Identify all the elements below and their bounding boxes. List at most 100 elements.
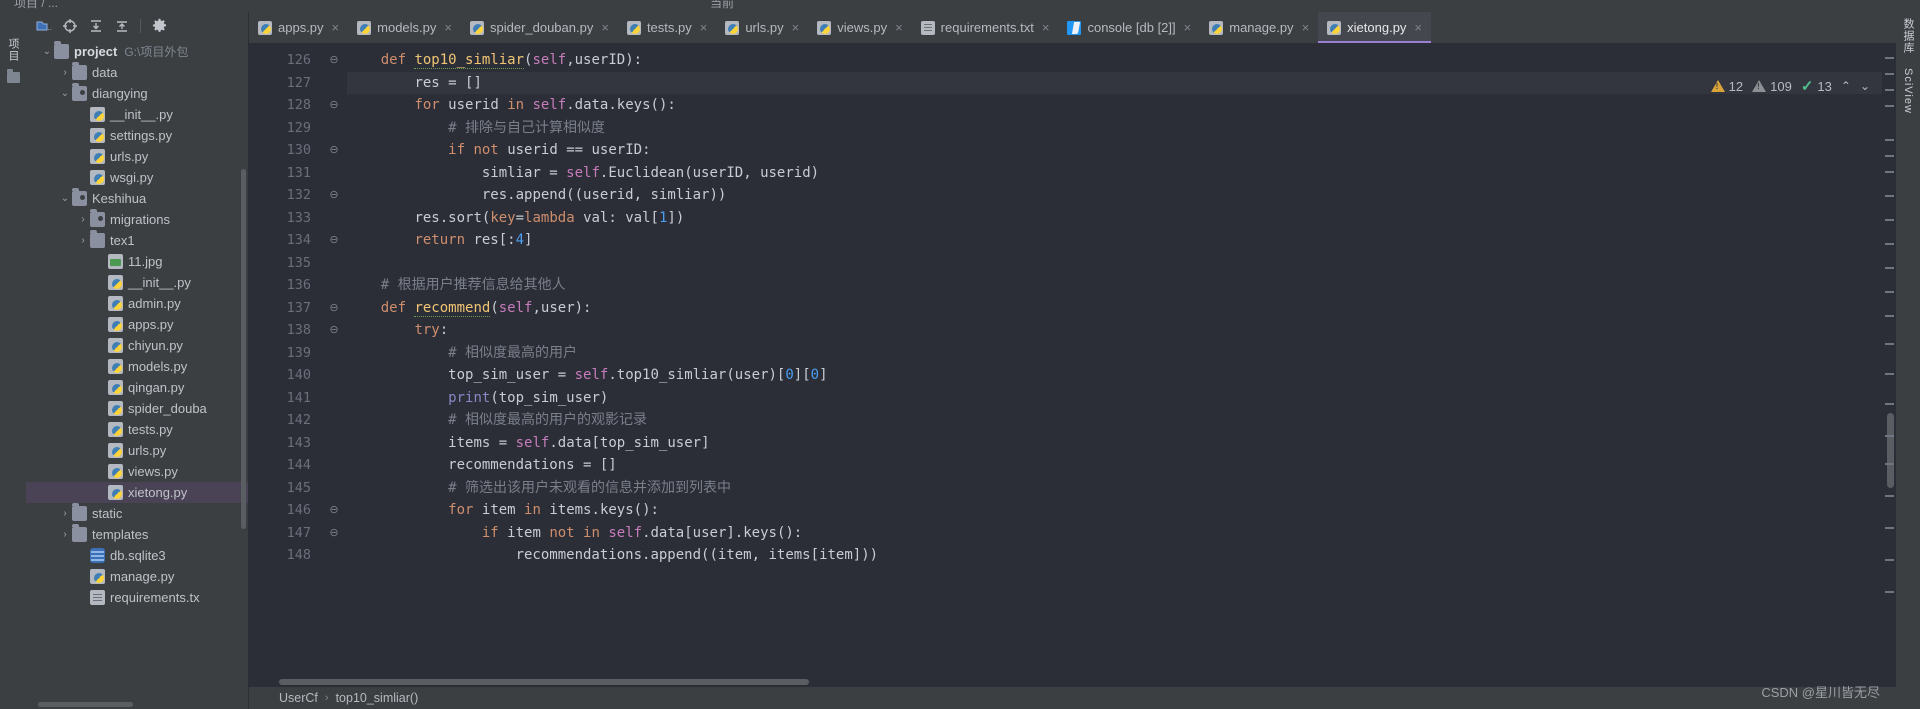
code-line[interactable]: # 排除与自己计算相似度 [347,117,1882,140]
project-vertical-scrollbar[interactable] [241,169,246,529]
line-number[interactable]: 143 [249,432,321,455]
editor-tab-bar[interactable]: apps.py×models.py×spider_douban.py×tests… [249,12,1896,43]
line-number[interactable]: 127 [249,72,321,95]
code-line[interactable]: # 相似度最高的用户的观影记录 [347,409,1882,432]
line-number[interactable]: 139 [249,342,321,365]
code-line[interactable]: top_sim_user = self.top10_simliar(user)[… [347,364,1882,387]
line-number[interactable]: 135 [249,252,321,275]
problem-marker[interactable] [1885,243,1894,245]
line-number[interactable]: 148 [249,544,321,567]
line-number[interactable]: 129 [249,117,321,140]
warnings-indicator[interactable]: 12 [1711,79,1743,94]
code-line[interactable]: res.append((userid, simliar)) [347,184,1882,207]
chevron-right-icon[interactable]: › [76,235,90,246]
tree-node-tests-py[interactable]: tests.py [26,419,248,440]
close-icon[interactable]: × [792,20,800,35]
tree-node-models-py[interactable]: models.py [26,356,248,377]
fold-marker-icon[interactable]: ⊖ [321,499,347,522]
code-line[interactable]: recommendations = [] [347,454,1882,477]
tree-node-urls-py[interactable]: urls.py [26,146,248,167]
tree-node-requirements-tx[interactable]: requirements.tx [26,587,248,608]
tree-node-xietong-py[interactable]: xietong.py [26,482,248,503]
code-line[interactable]: # 相似度最高的用户 [347,342,1882,365]
line-number[interactable]: 136 [249,274,321,297]
tool-window-database-label[interactable]: 数据库 [1900,18,1916,54]
line-number[interactable]: 145 [249,477,321,500]
close-icon[interactable]: × [332,20,340,35]
problem-marker[interactable] [1885,139,1894,141]
problem-marker[interactable] [1885,171,1894,173]
editor-marker-bar[interactable] [1882,43,1896,677]
fold-marker-icon[interactable]: ⊖ [321,139,347,162]
line-number[interactable]: 140 [249,364,321,387]
problem-marker[interactable] [1885,403,1894,405]
tree-node-keshihua[interactable]: ⌄Keshihua [26,188,248,209]
previous-problem-icon[interactable]: ⌃ [1841,79,1851,93]
fold-marker-icon[interactable]: ⊖ [321,94,347,117]
problem-marker[interactable] [1885,435,1894,437]
code-line[interactable]: print(top_sim_user) [347,387,1882,410]
chevron-right-icon[interactable]: › [58,508,72,519]
next-problem-icon[interactable]: ⌄ [1860,79,1870,93]
problem-marker[interactable] [1885,315,1894,317]
tree-node-views-py[interactable]: views.py [26,461,248,482]
tree-node-11-jpg[interactable]: 11.jpg [26,251,248,272]
code-line[interactable]: # 根据用户推荐信息给其他人 [347,274,1882,297]
tree-node-wsgi-py[interactable]: wsgi.py [26,167,248,188]
code-line[interactable]: if not userid == userID: [347,139,1882,162]
tree-node-apps-py[interactable]: apps.py [26,314,248,335]
code-line[interactable]: def top10_simliar(self,userID): [347,49,1882,72]
problem-marker[interactable] [1885,57,1894,59]
chevron-right-icon[interactable]: › [58,529,72,540]
problem-marker[interactable] [1885,155,1894,157]
problem-marker[interactable] [1885,291,1894,293]
project-tree[interactable]: ⌄projectG:\项目外包›data⌄diangying__init__.p… [26,39,248,709]
problem-marker[interactable] [1885,559,1894,561]
problem-marker[interactable] [1885,463,1894,465]
editor-tab-spider-douban-py[interactable]: spider_douban.py× [461,12,618,43]
editor-tab-urls-py[interactable]: urls.py× [716,12,808,43]
line-number[interactable]: 147 [249,522,321,545]
code-line[interactable]: recommendations.append((item, items[item… [347,544,1882,567]
tree-node-qingan-py[interactable]: qingan.py [26,377,248,398]
problem-marker[interactable] [1885,527,1894,529]
tree-node-templates[interactable]: ›templates [26,524,248,545]
code-folding-gutter[interactable]: ⊖⊖⊖⊖⊖⊖⊖⊖⊖ [321,43,347,677]
editor-tab-models-py[interactable]: models.py× [348,12,461,43]
code-editor-text[interactable]: def top10_simliar(self,userID): res = []… [347,43,1882,677]
code-line[interactable]: for item in items.keys(): [347,499,1882,522]
breadcrumb-class[interactable]: UserCf [279,691,318,705]
expand-all-icon[interactable] [84,15,108,37]
breadcrumb[interactable]: UserCf › top10_simliar() [249,687,1896,709]
code-line[interactable]: res = [] [347,72,1882,95]
line-number[interactable]: 131 [249,162,321,185]
fold-marker-icon[interactable]: ⊖ [321,229,347,252]
line-number[interactable]: 144 [249,454,321,477]
tree-node-db-sqlite3[interactable]: db.sqlite3 [26,545,248,566]
project-horizontal-scrollbar[interactable] [38,702,133,707]
problem-marker[interactable] [1885,195,1894,197]
fold-marker-icon[interactable]: ⊖ [321,184,347,207]
line-number[interactable]: 138 [249,319,321,342]
fold-marker-icon[interactable]: ⊖ [321,319,347,342]
tree-node-static[interactable]: ›static [26,503,248,524]
problem-marker[interactable] [1885,105,1894,107]
tree-node-migrations[interactable]: ›migrations [26,209,248,230]
problem-marker[interactable] [1885,267,1894,269]
tree-node-data[interactable]: ›data [26,62,248,83]
line-number[interactable]: 128 [249,94,321,117]
chevron-right-icon[interactable]: › [58,67,72,78]
tree-node--init-py[interactable]: __init__.py [26,272,248,293]
tree-node-settings-py[interactable]: settings.py [26,125,248,146]
code-line[interactable]: # 筛选出该用户未观看的信息并添加到列表中 [347,477,1882,500]
close-icon[interactable]: × [1302,20,1310,35]
problem-marker[interactable] [1885,73,1894,75]
close-icon[interactable]: × [444,20,452,35]
tree-node-tex1[interactable]: ›tex1 [26,230,248,251]
line-number[interactable]: 126 [249,49,321,72]
code-line[interactable]: res.sort(key=lambda val: val[1]) [347,207,1882,230]
editor-tab-console-db-2-[interactable]: console [db [2]]× [1058,12,1200,43]
locate-target-icon[interactable] [58,15,82,37]
editor-tab-requirements-txt[interactable]: requirements.txt× [912,12,1059,43]
line-number[interactable]: 132 [249,184,321,207]
